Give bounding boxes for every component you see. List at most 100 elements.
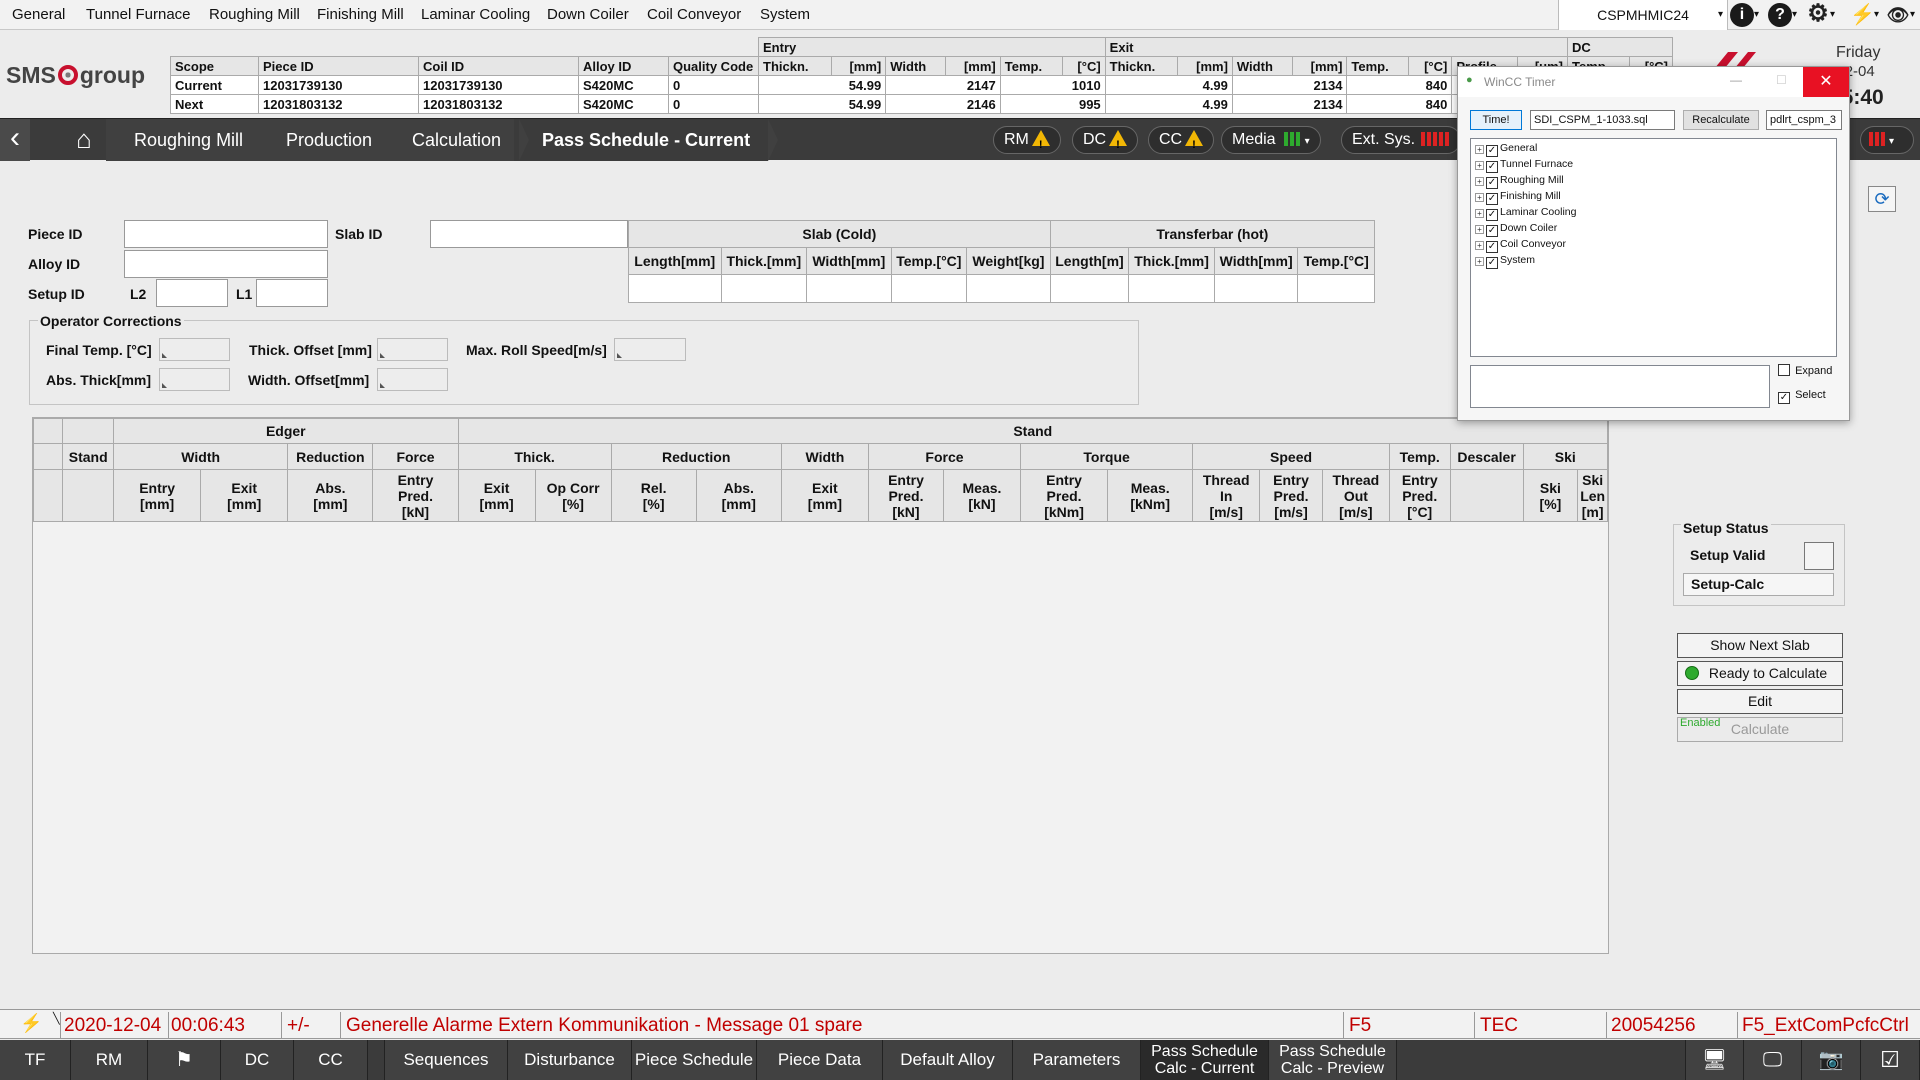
edit-button[interactable]: Edit (1677, 689, 1843, 714)
flag-icon[interactable]: ⚑ (148, 1040, 221, 1080)
parameters-button[interactable]: Parameters (1013, 1040, 1141, 1080)
info-icon[interactable]: i (1730, 3, 1754, 27)
menu-finishing-mill[interactable]: Finishing Mill (317, 6, 404, 23)
expand-checkbox[interactable]: Expand (1776, 364, 1832, 377)
menu-tunnel-furnace[interactable]: Tunnel Furnace (86, 6, 191, 23)
max-roll-speed-input[interactable] (614, 338, 686, 361)
minimize-icon[interactable]: — (1730, 73, 1742, 87)
slab-thick-field[interactable] (720, 274, 808, 303)
maximize-icon[interactable]: ☐ (1776, 73, 1787, 87)
slab-temp-field[interactable] (890, 274, 968, 303)
time-button[interactable]: Time! (1470, 110, 1522, 130)
select-checkbox[interactable]: ✓ Select (1776, 389, 1826, 404)
home-icon[interactable]: ⌂ (62, 125, 106, 155)
lightning-icon[interactable]: ⚡ (20, 1013, 42, 1034)
calculate-button[interactable]: Enabled Calculate (1677, 717, 1843, 742)
slab-width-field[interactable] (806, 274, 892, 303)
help-caret-icon[interactable]: ▾ (1792, 9, 1797, 20)
subheader-cell: Rel. [%] (610, 469, 697, 522)
tb-thick-field[interactable] (1128, 274, 1215, 303)
tree-item[interactable]: + ✓ Coil Conveyor (1475, 237, 1566, 253)
tree-item[interactable]: + ✓ Finishing Mill (1475, 189, 1561, 205)
eye-caret-icon[interactable]: ▾ (1910, 9, 1915, 20)
menu-roughing-mill[interactable]: Roughing Mill (209, 6, 300, 23)
default-alloy-button[interactable]: Default Alloy (883, 1040, 1013, 1080)
tb-width-field[interactable] (1213, 274, 1299, 303)
sequences-button[interactable]: Sequences (385, 1040, 508, 1080)
piece-id-input[interactable] (124, 220, 328, 248)
close-icon[interactable]: ✕ (1803, 67, 1849, 97)
rm-status-pill[interactable]: RM (993, 126, 1061, 158)
tree-item[interactable]: + ✓ Down Coiler (1475, 221, 1557, 237)
sql-file-field[interactable]: SDI_CSPM_1-1033.sql (1530, 110, 1675, 130)
menu-laminar-cooling[interactable]: Laminar Cooling (421, 6, 530, 23)
gear-icon[interactable]: ⚙ (1806, 2, 1830, 27)
database-field[interactable]: pdlrt_cspm_3 (1766, 110, 1842, 130)
refresh-icon[interactable]: ⟳ (1868, 186, 1896, 212)
tb-temp-field[interactable] (1297, 274, 1375, 303)
status-levels-pill[interactable]: ▾ (1860, 126, 1914, 154)
tf-button[interactable]: TF (0, 1040, 71, 1080)
menu-general[interactable]: General (12, 6, 65, 23)
slab-length-field[interactable] (628, 274, 722, 303)
camera-icon[interactable]: 📷 (1802, 1040, 1861, 1080)
menu-coil-conveyor[interactable]: Coil Conveyor (647, 6, 741, 23)
checklist-icon[interactable]: ☑ (1861, 1040, 1920, 1080)
tb-length-field[interactable] (1049, 274, 1130, 303)
tree-item[interactable]: + ✓ General (1475, 141, 1537, 157)
recalculate-button[interactable]: Recalculate (1683, 110, 1759, 130)
setup-l2-input[interactable] (156, 279, 228, 307)
pass-schedule-preview-button[interactable]: Pass Schedule Calc - Preview (1269, 1040, 1397, 1080)
dc-status-pill[interactable]: DC (1072, 126, 1139, 158)
lightning-caret-icon[interactable]: ▾ (1874, 9, 1879, 20)
alloy-id-input[interactable] (124, 250, 328, 278)
media-status-pill[interactable]: Media ▾ (1221, 126, 1321, 154)
cc-status-pill[interactable]: CC (1148, 126, 1215, 158)
abs-thick-input[interactable] (159, 368, 230, 391)
menu-system[interactable]: System (760, 6, 810, 23)
gear-caret-icon[interactable]: ▾ (1830, 9, 1835, 20)
col-exit-width-unit: [mm] (1291, 56, 1348, 76)
pass-schedule-current-button[interactable]: Pass Schedule Calc - Current (1141, 1040, 1269, 1080)
info-caret-icon[interactable]: ▾ (1754, 9, 1759, 20)
slab-weight-field[interactable] (966, 274, 1051, 303)
help-icon[interactable]: ? (1768, 3, 1792, 27)
l1-label: L1 (236, 286, 253, 302)
host-dropdown-icon[interactable]: ▾ (1718, 9, 1723, 20)
tree-item[interactable]: + ✓ Tunnel Furnace (1475, 157, 1573, 173)
lightning-icon[interactable]: ⚡ (1850, 3, 1875, 27)
slab-id-input[interactable] (430, 220, 628, 248)
breadcrumb-production[interactable]: Production (258, 119, 401, 161)
cc-button[interactable]: CC (294, 1040, 368, 1080)
back-icon[interactable]: ‹ (0, 119, 30, 161)
screen-select-icon[interactable]: 🖵 (1744, 1040, 1802, 1080)
tree-item[interactable]: + ✓ Roughing Mill (1475, 173, 1564, 189)
setup-l1-input[interactable] (256, 279, 328, 307)
ext-sys-status-pill[interactable]: Ext. Sys. (1341, 126, 1461, 154)
rm-button[interactable]: RM (71, 1040, 148, 1080)
output-textbox[interactable] (1470, 365, 1770, 408)
dc-button[interactable]: DC (221, 1040, 294, 1080)
thick-offset-input[interactable] (377, 338, 448, 361)
col-entry-width-unit: [mm] (945, 56, 1001, 76)
piece-schedule-button[interactable]: Piece Schedule (632, 1040, 757, 1080)
breadcrumb-roughing-mill[interactable]: Roughing Mill (106, 119, 272, 161)
tree-item[interactable]: + ✓ Laminar Cooling (1475, 205, 1576, 221)
ready-to-calculate-button[interactable]: Ready to Calculate (1677, 661, 1843, 686)
piece-data-button[interactable]: Piece Data (757, 1040, 883, 1080)
subheader-cell: Ski Len [m] (1577, 469, 1608, 522)
menu-down-coiler[interactable]: Down Coiler (547, 6, 629, 23)
tree-item[interactable]: + ✓ System (1475, 253, 1535, 269)
final-temp-input[interactable] (159, 338, 230, 361)
show-next-slab-button[interactable]: Show Next Slab (1677, 633, 1843, 658)
dialog-titlebar[interactable]: ● WinCC Timer — ☐ ✕ (1458, 67, 1849, 97)
breadcrumb-calculation[interactable]: Calculation (384, 119, 530, 161)
monitor-icon[interactable]: 🖥 (1686, 1040, 1744, 1080)
alarm-line[interactable]: ⚡ ╲ 2020-12-04 00:06:43 +/- Generelle Al… (0, 1009, 1920, 1039)
disturbance-button[interactable]: Disturbance (508, 1040, 632, 1080)
width-offset-input[interactable] (377, 368, 448, 391)
breadcrumb-pass-schedule[interactable]: Pass Schedule - Current (514, 119, 779, 161)
warning-icon (1031, 130, 1050, 158)
eye-icon[interactable]: 👁 (1886, 3, 1910, 27)
col-entry-thick-unit: [mm] (830, 56, 887, 76)
